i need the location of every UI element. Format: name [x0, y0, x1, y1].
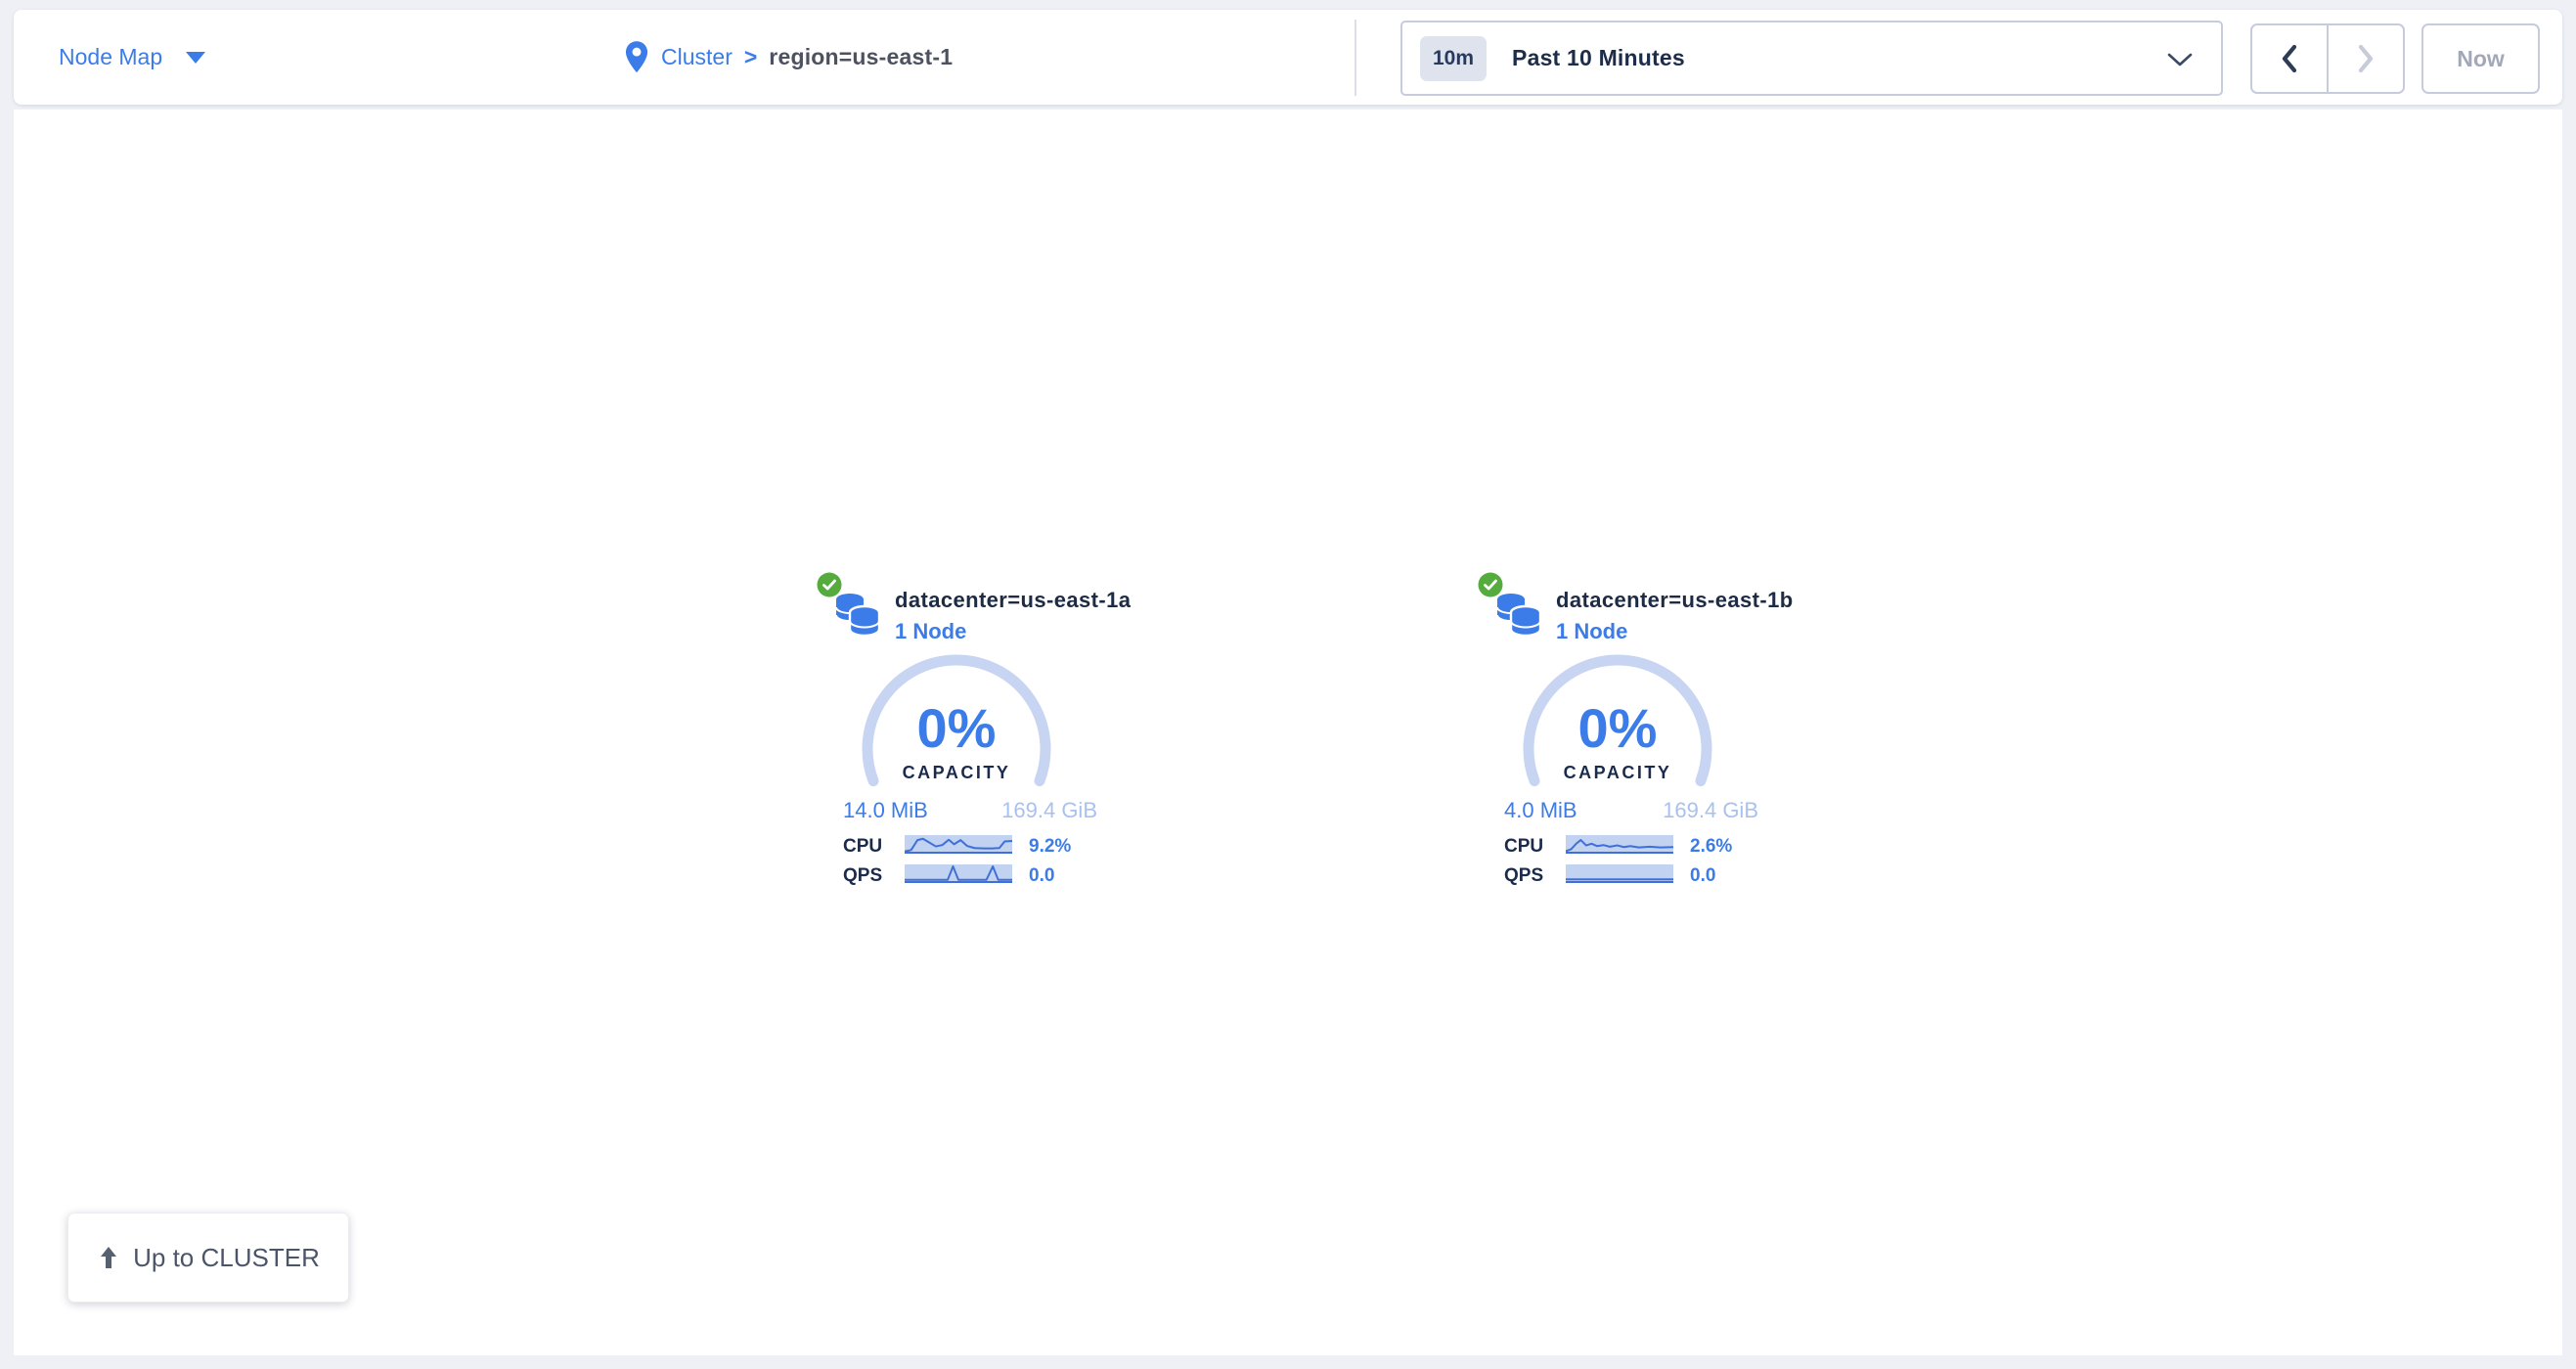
up-to-cluster-label: Up to CLUSTER	[133, 1243, 320, 1273]
cpu-label: CPU	[843, 836, 882, 858]
locality-card-us-east-1b[interactable]: datacenter=us-east-1b 1 Node 0% CAPACITY…	[1476, 565, 1759, 890]
cpu-metric-row: CPU 2.6%	[1504, 835, 1759, 857]
capacity-used: 4.0 MiB	[1504, 798, 1577, 823]
now-button[interactable]: Now	[2421, 23, 2540, 94]
breadcrumb-current: region=us-east-1	[769, 44, 953, 70]
cpu-sparkline	[905, 835, 1012, 854]
locality-title: datacenter=us-east-1a	[895, 588, 1131, 613]
cpu-label: CPU	[1504, 836, 1543, 858]
view-mode-dropdown[interactable]: Node Map	[59, 10, 205, 105]
locality-card-us-east-1a[interactable]: datacenter=us-east-1a 1 Node 0% CAPACITY…	[815, 565, 1098, 890]
capacity-percent: 0%	[815, 696, 1098, 760]
header-divider	[1355, 20, 1356, 96]
capacity-values: 14.0 MiB 169.4 GiB	[843, 798, 1097, 823]
capacity-label: CAPACITY	[1476, 763, 1759, 783]
chevron-left-icon	[2279, 43, 2300, 74]
time-nav-arrows	[2250, 23, 2405, 94]
time-range-dropdown[interactable]: 10m Past 10 Minutes	[1400, 21, 2223, 96]
chevron-down-icon	[186, 52, 205, 64]
capacity-percent: 0%	[1476, 696, 1759, 760]
view-mode-label: Node Map	[59, 44, 162, 70]
breadcrumb-separator: >	[744, 44, 757, 70]
capacity-used: 14.0 MiB	[843, 798, 928, 823]
arrow-up-icon	[97, 1245, 120, 1270]
location-pin-icon	[624, 40, 649, 74]
qps-label: QPS	[1504, 865, 1543, 887]
time-range-badge: 10m	[1420, 36, 1487, 81]
capacity-values: 4.0 MiB 169.4 GiB	[1504, 798, 1758, 823]
locality-node-count[interactable]: 1 Node	[1556, 619, 1627, 644]
cpu-value: 9.2%	[1029, 836, 1071, 858]
datacenter-icon	[834, 591, 881, 640]
datacenter-icon	[1495, 591, 1542, 640]
chevron-right-icon	[2355, 43, 2376, 74]
time-next-button[interactable]	[2329, 25, 2403, 92]
chevron-down-icon	[2166, 52, 2194, 68]
breadcrumb-cluster-link[interactable]: Cluster	[661, 44, 733, 70]
node-map-page: Node Map Cluster > region=us-east-1 10m …	[0, 0, 2576, 1369]
locality-title: datacenter=us-east-1b	[1556, 588, 1794, 613]
top-toolbar: Node Map Cluster > region=us-east-1 10m …	[14, 10, 2562, 105]
cpu-sparkline	[1566, 835, 1673, 854]
capacity-label: CAPACITY	[815, 763, 1098, 783]
qps-metric-row: QPS 0.0	[843, 864, 1098, 886]
map-canvas: datacenter=us-east-1a 1 Node 0% CAPACITY…	[14, 110, 2562, 1355]
qps-value: 0.0	[1029, 865, 1054, 887]
time-prev-button[interactable]	[2252, 25, 2329, 92]
qps-sparkline	[905, 864, 1012, 883]
qps-label: QPS	[843, 865, 882, 887]
qps-value: 0.0	[1690, 865, 1715, 887]
capacity-total: 169.4 GiB	[1001, 798, 1097, 823]
qps-metric-row: QPS 0.0	[1504, 864, 1759, 886]
capacity-total: 169.4 GiB	[1663, 798, 1758, 823]
locality-node-count[interactable]: 1 Node	[895, 619, 966, 644]
qps-sparkline	[1566, 864, 1673, 883]
cpu-metric-row: CPU 9.2%	[843, 835, 1098, 857]
cpu-value: 2.6%	[1690, 836, 1732, 858]
up-to-cluster-button[interactable]: Up to CLUSTER	[67, 1213, 349, 1303]
breadcrumb: Cluster > region=us-east-1	[624, 10, 953, 105]
time-range-label: Past 10 Minutes	[1512, 45, 1685, 71]
